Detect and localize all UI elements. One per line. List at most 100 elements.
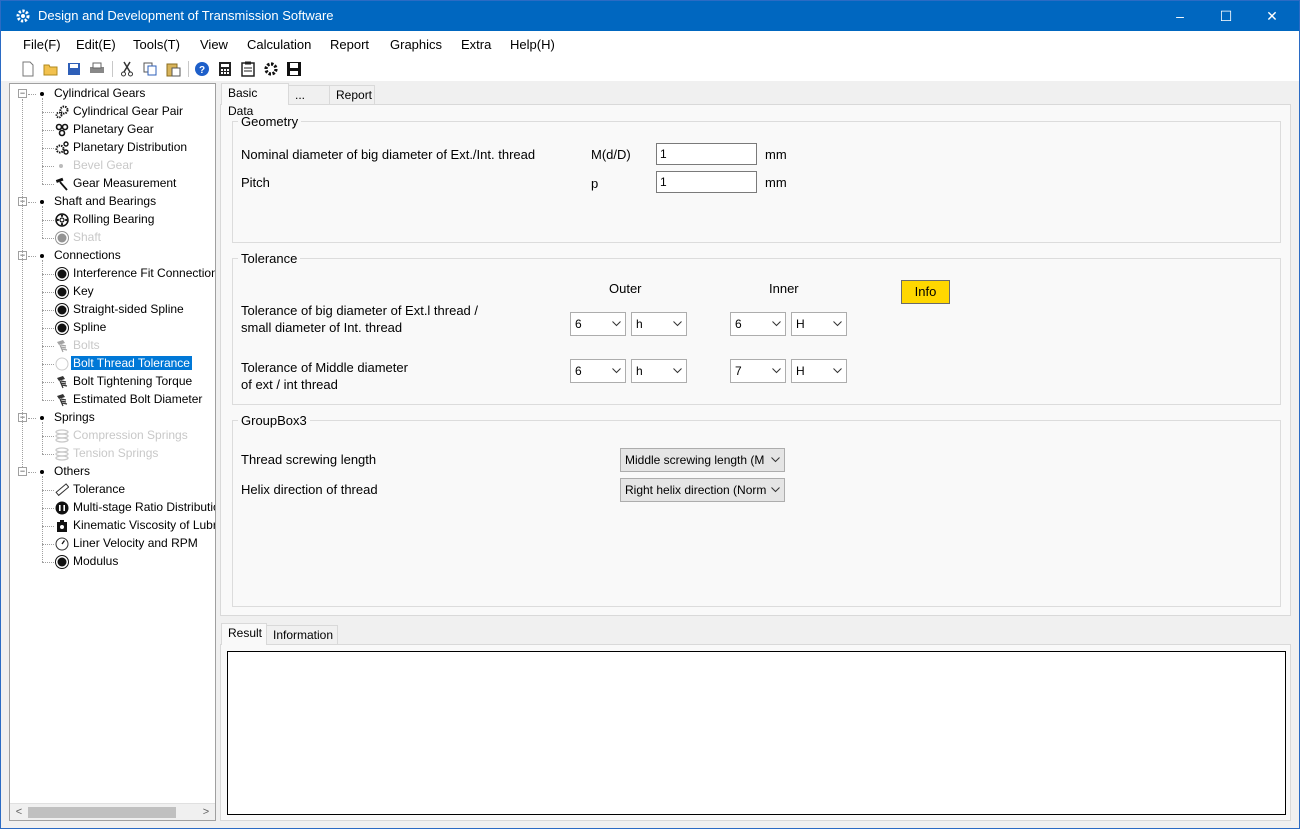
info-button[interactable]: Info — [901, 280, 950, 304]
tree-item-shaft[interactable]: Shaft — [73, 229, 101, 246]
mid-inner-position-select[interactable]: H — [791, 359, 847, 383]
close-button[interactable]: ✕ — [1249, 1, 1295, 31]
tree-item-bolt-tightening-torque[interactable]: Bolt Tightening Torque — [73, 373, 192, 390]
print-icon[interactable] — [88, 60, 106, 78]
middle-diameter-tolerance-label-line1: Tolerance of Middle diameter — [241, 360, 408, 375]
tree-item-rolling-bearing[interactable]: Rolling Bearing — [73, 211, 154, 228]
tree-item-bolt-thread-tolerance[interactable]: Bolt Thread Tolerance — [70, 355, 193, 372]
tree-item-straight-sided-spline[interactable]: Straight-sided Spline — [73, 301, 184, 318]
tree-connector — [42, 274, 54, 275]
nominal-diameter-label: Nominal diameter of big diameter of Ext.… — [241, 147, 536, 162]
tree-connector — [42, 526, 54, 527]
paste-icon[interactable] — [164, 60, 182, 78]
tree-collapse-toggle[interactable]: − — [18, 467, 27, 476]
tree-item-planetary-distribution[interactable]: Planetary Distribution — [73, 139, 187, 156]
cut-icon[interactable] — [118, 60, 136, 78]
helix-direction-select[interactable]: Right helix direction (Norm — [620, 478, 785, 502]
tree-connector — [42, 112, 54, 113]
tree-item-multi-stage-ratio-distribution[interactable]: Multi-stage Ratio Distribution — [73, 499, 216, 516]
big-diameter-tolerance-label-line1: Tolerance of big diameter of Ext.l threa… — [241, 303, 479, 318]
big-outer-grade-select[interactable]: 6 — [570, 312, 626, 336]
menu-file[interactable]: File(F) — [23, 37, 61, 52]
menu-extra[interactable]: Extra — [461, 37, 491, 52]
tree-item-connections[interactable]: Connections — [54, 247, 121, 264]
tree-item-label: Interference Fit Connection — [73, 266, 216, 280]
tree-item-label: Modulus — [73, 554, 119, 568]
gear-icon[interactable] — [262, 60, 280, 78]
tab-report[interactable]: Report — [329, 85, 375, 105]
tree-item-gear-measurement[interactable]: Gear Measurement — [73, 175, 176, 192]
title-bar[interactable]: Design and Development of Transmission S… — [1, 1, 1299, 31]
save-icon[interactable] — [65, 60, 83, 78]
menu-report[interactable]: Report — [330, 37, 369, 52]
mid-inner-grade-select[interactable]: 7 — [730, 359, 786, 383]
mid-outer-position-select[interactable]: h — [631, 359, 687, 383]
tree-item-key[interactable]: Key — [73, 283, 94, 300]
tab-basic-data[interactable]: Basic Data — [221, 83, 289, 118]
big-inner-grade-value: 6 — [735, 317, 742, 331]
tree-item-liner-velocity-and-rpm[interactable]: Liner Velocity and RPM — [73, 535, 198, 552]
tree-item-label: Bolt Tightening Torque — [73, 374, 193, 388]
menu-calculation[interactable]: Calculation — [247, 37, 311, 52]
tree-item-tolerance[interactable]: Tolerance — [73, 481, 125, 498]
tree-item-bevel-gear[interactable]: Bevel Gear — [73, 157, 133, 174]
mid-outer-grade-select[interactable]: 6 — [570, 359, 626, 383]
tree-item-label: Connections — [54, 248, 121, 262]
result-output-area[interactable] — [227, 651, 1286, 815]
menu-help[interactable]: Help(H) — [510, 37, 555, 52]
big-inner-grade-select[interactable]: 6 — [730, 312, 786, 336]
tab-information[interactable]: Information — [266, 625, 338, 645]
scroll-right-arrow[interactable]: > — [198, 805, 214, 820]
tree-item-label: Bolts — [73, 338, 100, 352]
big-inner-position-select[interactable]: H — [791, 312, 847, 336]
spring-icon — [55, 429, 69, 443]
pitch-label: Pitch — [241, 175, 270, 190]
tree-item-modulus[interactable]: Modulus — [73, 553, 118, 570]
navigation-tree[interactable]: < > − Cylindrical Gears Cylindrical Gear P… — [9, 83, 216, 821]
tree-item-label: Multi-stage Ratio Distribution — [73, 500, 216, 514]
big-outer-position-select[interactable]: h — [631, 312, 687, 336]
open-folder-icon[interactable] — [42, 60, 60, 78]
help-icon[interactable]: ? — [193, 60, 211, 78]
save-as-icon[interactable] — [285, 60, 303, 78]
bolt-icon — [55, 375, 69, 389]
tree-item-others[interactable]: Others — [54, 463, 90, 480]
tree-item-planetary-gear[interactable]: Planetary Gear — [73, 121, 154, 138]
minimize-button[interactable]: – — [1157, 1, 1203, 31]
tree-item-compression-springs[interactable]: Compression Springs — [73, 427, 188, 444]
outer-header: Outer — [609, 281, 642, 296]
tree-item-cylindrical-gear-pair[interactable]: Cylindrical Gear Pair — [73, 103, 183, 120]
tree-item-springs[interactable]: Springs — [54, 409, 95, 426]
copy-icon[interactable] — [141, 60, 159, 78]
clipboard-icon[interactable] — [239, 60, 257, 78]
tree-horizontal-scrollbar[interactable]: < > — [10, 803, 215, 820]
menu-view[interactable]: View — [200, 37, 228, 52]
tree-item-label: Bolt Thread Tolerance — [70, 355, 193, 371]
tree-connector — [42, 238, 54, 239]
pitch-input[interactable]: 1 — [656, 171, 757, 193]
tree-item-shaft-and-bearings[interactable]: Shaft and Bearings — [54, 193, 156, 210]
tab-result[interactable]: Result — [221, 623, 267, 645]
mid-inner-grade-value: 7 — [735, 364, 742, 378]
menu-tools[interactable]: Tools(T) — [133, 37, 180, 52]
scroll-left-arrow[interactable]: < — [11, 805, 27, 820]
tab-ellipsis[interactable]: ... — [288, 85, 330, 105]
tree-item-bolts[interactable]: Bolts — [73, 337, 100, 354]
calculator-icon[interactable] — [216, 60, 234, 78]
maximize-button[interactable]: ☐ — [1203, 1, 1249, 31]
nominal-diameter-input[interactable]: 1 — [656, 143, 757, 165]
tree-item-spline[interactable]: Spline — [73, 319, 106, 336]
tree-item-interference-fit-connection[interactable]: Interference Fit Connection — [73, 265, 216, 282]
screwing-length-label: Thread screwing length — [241, 452, 377, 467]
new-file-icon[interactable] — [19, 60, 37, 78]
tree-item-estimated-bolt-diameter[interactable]: Estimated Bolt Diameter — [73, 391, 202, 408]
tree-item-cylindrical-gears[interactable]: Cylindrical Gears — [54, 85, 145, 102]
tree-item-tension-springs[interactable]: Tension Springs — [73, 445, 158, 462]
scroll-thumb[interactable] — [28, 807, 176, 818]
tree-connector — [42, 454, 54, 455]
tree-item-kinematic-viscosity-of-lubricant[interactable]: Kinematic Viscosity of Lubricant — [73, 517, 215, 534]
tree-collapse-toggle[interactable]: − — [18, 89, 27, 98]
screwing-length-select[interactable]: Middle screwing length (M — [620, 448, 785, 472]
menu-edit[interactable]: Edit(E) — [76, 37, 116, 52]
menu-graphics[interactable]: Graphics — [390, 37, 442, 52]
